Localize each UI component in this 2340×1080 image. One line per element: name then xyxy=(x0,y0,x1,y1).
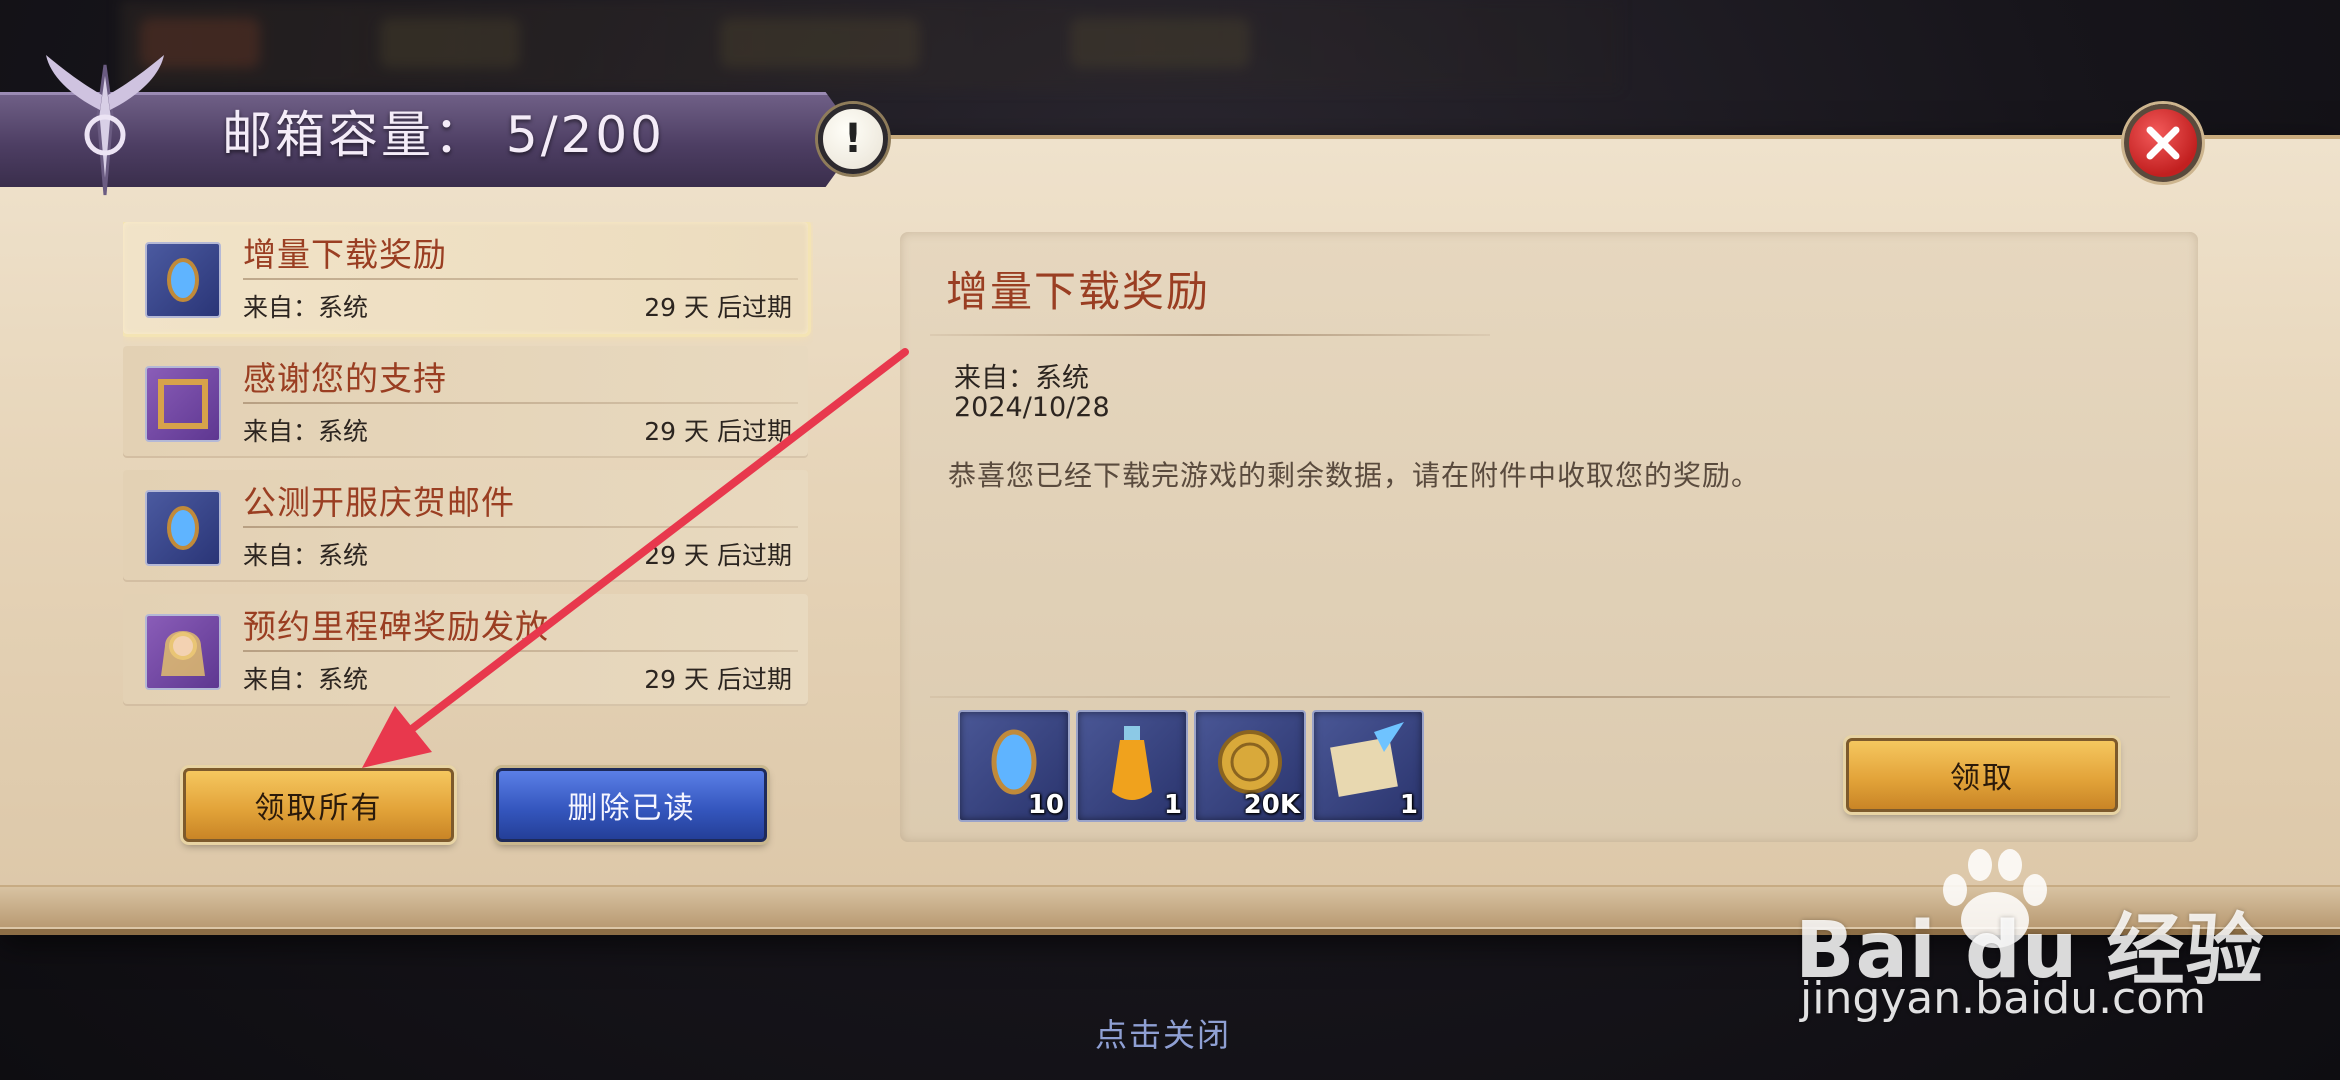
attachment-count: 20K xyxy=(1243,790,1300,820)
mail-divider xyxy=(243,526,798,528)
close-button[interactable] xyxy=(2124,104,2202,182)
detail-sender: 来自：系统 xyxy=(954,363,1089,394)
mail-title: 感谢您的支持 xyxy=(243,359,447,398)
mail-list[interactable]: 增量下载奖励 来自：系统 29 天 后过期 感谢您的支持 来自：系统 29 天 … xyxy=(123,222,813,722)
mail-divider xyxy=(243,402,798,404)
mail-sender: 来自：系统 xyxy=(243,417,369,446)
mail-item-selected[interactable]: 增量下载奖励 来自：系统 29 天 后过期 xyxy=(123,222,811,337)
info-button[interactable]: ! xyxy=(818,104,888,174)
delete-read-button[interactable]: 删除已读 xyxy=(496,768,767,842)
mail-expiry: 29 天 后过期 xyxy=(644,665,792,694)
close-icon xyxy=(2146,126,2180,160)
attachment-item[interactable]: 20K xyxy=(1194,710,1306,822)
attachment-divider xyxy=(930,696,2170,698)
mail-title: 公测开服庆贺邮件 xyxy=(243,483,515,522)
tap-to-close-hint[interactable]: 点击关闭 xyxy=(1095,1010,1231,1056)
mail-title: 增量下载奖励 xyxy=(243,235,447,274)
mail-expiry: 29 天 后过期 xyxy=(644,541,792,570)
blue-gem-icon xyxy=(145,490,221,566)
purple-frame-icon xyxy=(145,366,221,442)
mail-expiry: 29 天 后过期 xyxy=(644,293,792,322)
mail-expiry: 29 天 后过期 xyxy=(644,417,792,446)
mail-sender: 来自：系统 xyxy=(243,541,369,570)
detail-date: 2024/10/28 xyxy=(954,392,1110,423)
attachment-item[interactable]: 1 xyxy=(1076,710,1188,822)
mail-divider xyxy=(243,650,798,652)
mail-sender: 来自：系统 xyxy=(243,293,369,322)
mail-detail-panel: 增量下载奖励 来自：系统 2024/10/28 恭喜您已经下载完游戏的剩余数据，… xyxy=(900,232,2198,842)
attachment-count: 10 xyxy=(1027,790,1064,820)
mail-sender: 来自：系统 xyxy=(243,665,369,694)
watermark-url: jingyan.baidu.com xyxy=(1800,973,2207,1024)
claim-all-button[interactable]: 领取所有 xyxy=(183,768,454,842)
attachment-item[interactable]: 10 xyxy=(958,710,1070,822)
attachment-count: 1 xyxy=(1163,790,1182,820)
detail-body: 恭喜您已经下载完游戏的剩余数据，请在附件中收取您的奖励。 xyxy=(948,459,1761,492)
background-top-bar xyxy=(120,0,1620,90)
mail-item[interactable]: 公测开服庆贺邮件 来自：系统 29 天 后过期 xyxy=(123,470,808,582)
game-screen: 邮箱容量： 5/200 ! 增量下载奖励 来自：系统 29 天 后过期 感谢您的… xyxy=(0,0,2340,1080)
attachment-count: 1 xyxy=(1399,790,1418,820)
wing-sword-emblem-icon xyxy=(46,55,164,196)
mail-item[interactable]: 感谢您的支持 来自：系统 29 天 后过期 xyxy=(123,346,808,458)
blue-gem-icon xyxy=(145,242,221,318)
hero-portrait-icon xyxy=(145,614,221,690)
mail-item[interactable]: 预约里程碑奖励发放 来自：系统 29 天 后过期 xyxy=(123,594,808,706)
mailbox-capacity-title: 邮箱容量： 5/200 xyxy=(222,106,665,164)
detail-title-underline xyxy=(930,334,1490,336)
mail-title: 预约里程碑奖励发放 xyxy=(243,607,549,646)
info-icon: ! xyxy=(843,116,863,162)
mail-divider xyxy=(243,278,798,280)
attachment-item[interactable]: 1 xyxy=(1312,710,1424,822)
claim-button[interactable]: 领取 xyxy=(1846,738,2118,812)
detail-title: 增量下载奖励 xyxy=(946,267,1211,316)
